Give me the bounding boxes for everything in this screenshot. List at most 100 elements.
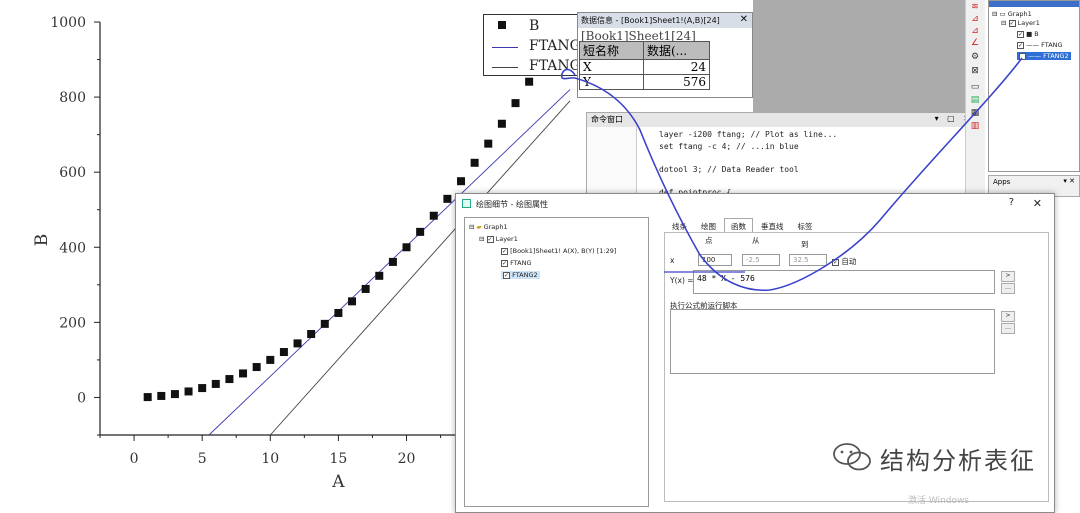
y-tick-label: 0 [77, 390, 86, 406]
legend[interactable]: B FTANG FTANG [483, 14, 581, 77]
expand-button[interactable]: … [1001, 283, 1015, 294]
legend-item: FTANG [484, 57, 581, 77]
tool-icon[interactable]: ▥ [969, 121, 981, 131]
x-tick-label: 5 [198, 451, 207, 467]
close-icon[interactable]: ✕ [740, 14, 748, 25]
tree-item-plot-selected[interactable]: ✓ FTANG2 [501, 271, 540, 279]
table-row: X 24 [579, 59, 710, 75]
legend-item: FTANG [484, 37, 581, 57]
y-tick-label: 1000 [50, 15, 86, 31]
table-row: Y 576 [579, 74, 710, 90]
data-point [334, 308, 343, 317]
command-window-title[interactable]: 命令窗口 ▾ ▢ ✕ [587, 113, 977, 127]
data-info-title-text: 数据信息 - [Book1]Sheet1!(A,B)[24] [581, 16, 720, 25]
line-swatch-icon [492, 47, 518, 48]
data-point [443, 194, 452, 203]
data-point [211, 379, 220, 388]
code-line: layer -i200 ftang; // Plot as line... [659, 130, 838, 139]
tool-icon[interactable]: ▭ [969, 82, 981, 92]
tool-icon[interactable]: ▤ [969, 95, 981, 105]
tool-icon[interactable]: ⊿ [969, 26, 981, 36]
tree-item-graph[interactable]: ⊟ ▰ Graph1 [469, 223, 508, 231]
object-manager-panel[interactable]: ⊟ ▭ Graph1 ⊟ ✓ Layer1 ✓ ■ B ✓ —— FTANG ✓… [988, 0, 1080, 172]
tool-icon[interactable]: ⊿ [969, 14, 981, 24]
tool-icon[interactable]: ∠ [969, 38, 981, 48]
data-point [239, 369, 248, 378]
data-point [279, 348, 288, 357]
from-input[interactable]: -2.5 [742, 254, 780, 266]
tree-item-plot[interactable]: ✓ ■ B [1017, 30, 1039, 38]
data-info-title[interactable]: 数据信息 - [Book1]Sheet1!(A,B)[24] ✕ [578, 13, 752, 28]
data-info-window[interactable]: 数据信息 - [Book1]Sheet1!(A,B)[24] ✕ [Book1]… [577, 12, 753, 98]
data-point [307, 330, 316, 339]
dialog-title-bar[interactable]: 绘图细节 - 绘图属性 ? ✕ [456, 194, 1054, 214]
plot-tree[interactable]: ⊟ ▰ Graph1 ⊟ ✓ Layer1 ✓ [Book1]Sheet1! A… [464, 217, 649, 507]
legend-label: FTANG [529, 38, 581, 54]
folder-icon: ▰ [476, 223, 482, 231]
window-controls-icon[interactable]: ▾ ✕ [1063, 177, 1075, 185]
tool-icon[interactable]: ⊠ [969, 66, 981, 76]
square-marker-icon [498, 21, 506, 29]
tree-item-layer[interactable]: ⊟ ✓ Layer1 [479, 235, 518, 243]
help-icon[interactable]: ? [1009, 197, 1014, 208]
tree-item-plot[interactable]: ✓ FTANG [501, 259, 532, 267]
command-window-title-text: 命令窗口 [591, 115, 623, 124]
fx-label: Y(x) = [670, 276, 694, 285]
data-point [361, 284, 370, 293]
data-point [143, 393, 152, 402]
data-point [402, 243, 411, 252]
dialog-title: 绘图细节 - 绘图属性 [476, 200, 548, 209]
tree-item-plot-selected[interactable]: ✓ —— FTANG2 [1017, 52, 1071, 60]
tree-item-plot[interactable]: ✓ [Book1]Sheet1! A(X), B(Y) [1:29] [501, 247, 616, 255]
command-history-pane[interactable] [587, 127, 637, 198]
data-point [497, 119, 506, 128]
to-header: 到 [801, 240, 809, 249]
function-input[interactable]: 48 * X - 576 [693, 270, 995, 294]
data-point [525, 77, 534, 86]
expand-button[interactable]: … [1001, 323, 1015, 334]
points-input[interactable]: 100 [698, 254, 732, 266]
to-input[interactable]: 32.5 [789, 254, 827, 266]
data-point [484, 139, 493, 148]
data-info-table: 短名称 数据(... X 24 Y 576 [579, 41, 710, 90]
data-point [266, 355, 275, 364]
command-window[interactable]: 命令窗口 ▾ ▢ ✕ layer -i200 ftang; // Plot as… [586, 112, 978, 198]
auto-checkbox[interactable]: ✓ 自动 [832, 256, 856, 267]
row-value: 24 [643, 59, 710, 75]
tree-item-plot[interactable]: ✓ —— FTANG [1017, 41, 1063, 49]
data-point [320, 319, 329, 328]
data-point [170, 390, 179, 399]
row-name: Y [579, 74, 644, 90]
script-input[interactable] [670, 309, 995, 374]
tool-icon[interactable]: ▦ [969, 108, 981, 118]
expand-button[interactable]: > [1001, 311, 1015, 322]
tree-item-graph[interactable]: ⊟ ▭ Graph1 [992, 10, 1032, 18]
data-point [198, 384, 207, 393]
y-tick-label: 200 [59, 315, 86, 331]
data-point [511, 99, 520, 108]
expand-button[interactable]: > [1001, 271, 1015, 282]
x-tick-label: 15 [329, 451, 347, 467]
data-point [470, 158, 479, 167]
data-point [157, 391, 166, 400]
close-icon[interactable]: ✕ [1033, 197, 1042, 210]
legend-item: B [484, 17, 579, 37]
tree-item-layer[interactable]: ⊟ ✓ Layer1 [1001, 19, 1040, 27]
legend-label: B [529, 18, 540, 34]
x-axis-label: A [331, 472, 345, 492]
y-tick-label: 600 [59, 165, 86, 181]
y-axis-label: B [32, 234, 52, 247]
data-point [348, 297, 357, 306]
tool-icon[interactable]: ≋ [969, 2, 981, 12]
row-value: 576 [643, 74, 710, 90]
data-point [429, 211, 438, 220]
data-point [293, 339, 302, 348]
app-icon [462, 199, 471, 208]
apps-title: Apps [993, 178, 1011, 186]
data-point [184, 387, 193, 396]
gear-icon[interactable]: ⚙ [969, 52, 981, 62]
x-tick-label: 20 [398, 451, 416, 467]
command-code[interactable]: layer -i200 ftang; // Plot as line... set… [659, 129, 837, 198]
activate-windows-text: 激活 Windows [908, 496, 970, 506]
